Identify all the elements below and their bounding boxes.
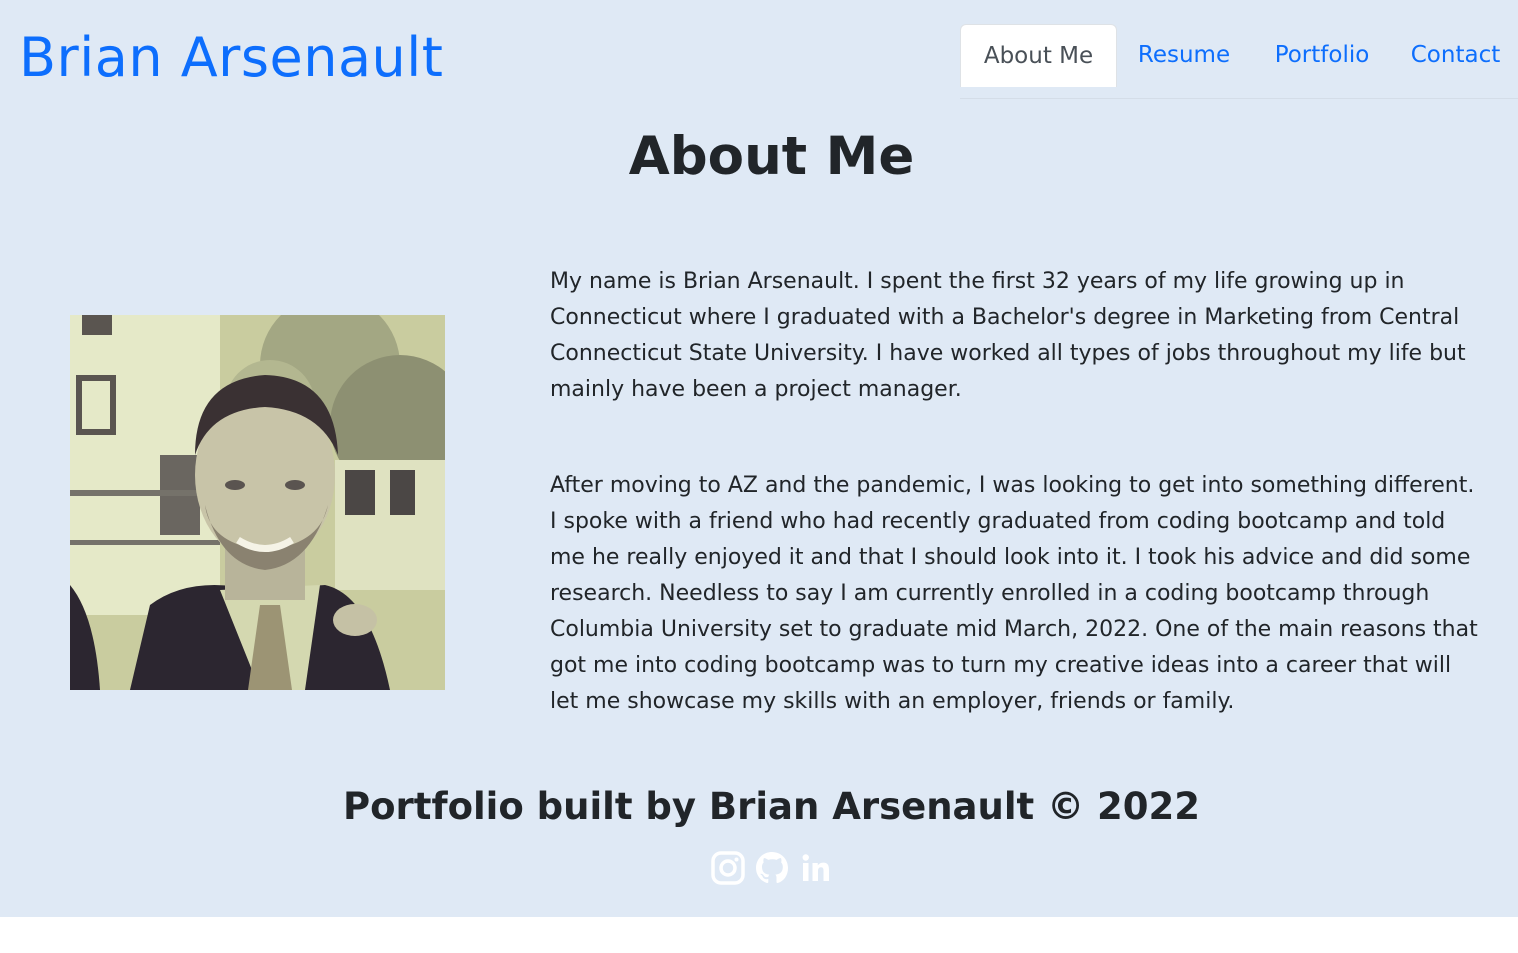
site-brand[interactable]: Brian Arsenault [19, 26, 443, 89]
nav-tabs: About Me Resume Portfolio Contact [960, 24, 1518, 99]
footer-text: Portfolio built by Brian Arsenault © 202… [343, 785, 1200, 828]
instagram-icon[interactable] [710, 850, 746, 886]
tab-about-me[interactable]: About Me [960, 24, 1117, 87]
page: Brian Arsenault About Me Resume Portfoli… [0, 0, 1518, 917]
bio-paragraph-1: My name is Brian Arsenault. I spent the … [550, 269, 1466, 402]
tab-resume[interactable]: Resume [1117, 24, 1251, 87]
github-icon[interactable] [754, 850, 790, 886]
linkedin-icon[interactable] [798, 850, 834, 886]
tab-contact[interactable]: Contact [1393, 24, 1518, 87]
bio-paragraph-2: After moving to AZ and the pandemic, I w… [550, 473, 1478, 714]
page-title: About Me [628, 126, 915, 187]
social-links [710, 850, 834, 886]
tab-portfolio[interactable]: Portfolio [1251, 24, 1393, 87]
profile-photo [70, 315, 445, 690]
